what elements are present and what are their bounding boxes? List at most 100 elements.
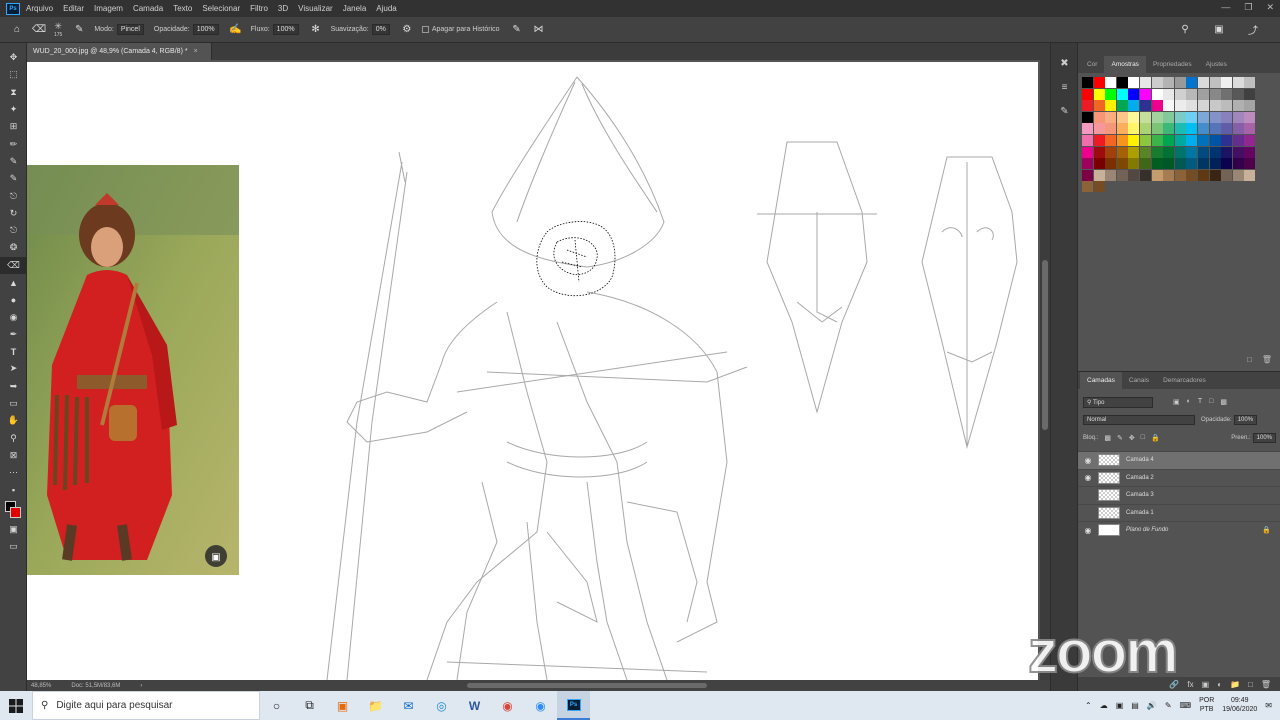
- workspace-icon[interactable]: ▣: [1212, 23, 1226, 37]
- color-swatch[interactable]: [1163, 169, 1175, 181]
- minimize-icon[interactable]: —: [1221, 2, 1230, 13]
- paint-bucket-tool-icon[interactable]: ▲: [0, 274, 27, 291]
- lock-artboard-icon[interactable]: □: [1141, 434, 1145, 442]
- fill-input[interactable]: 100%: [1252, 433, 1276, 443]
- file-explorer-icon[interactable]: 📁: [359, 691, 392, 720]
- lock-position-icon[interactable]: ✥: [1129, 434, 1135, 442]
- layer-filter-select[interactable]: ⚲ Tipo: [1083, 396, 1153, 408]
- color-swatch[interactable]: [1093, 134, 1105, 146]
- color-swatch[interactable]: [1116, 146, 1128, 158]
- layer-style-icon[interactable]: fx: [1187, 680, 1193, 689]
- document-canvas[interactable]: ▣: [27, 62, 1038, 680]
- color-swatch[interactable]: [1139, 77, 1151, 88]
- color-swatch[interactable]: [1232, 88, 1244, 100]
- color-swatch[interactable]: [1244, 111, 1256, 123]
- menu-filtro[interactable]: Filtro: [250, 4, 268, 13]
- windows-start-icon[interactable]: [0, 691, 32, 720]
- color-swatch[interactable]: [1232, 111, 1244, 123]
- color-swatch[interactable]: [1174, 111, 1186, 123]
- layer-row[interactable]: ◉ Camada 4: [1078, 451, 1280, 469]
- home-icon[interactable]: ⌂: [10, 23, 24, 37]
- color-swatch[interactable]: [1093, 111, 1105, 123]
- pressure-opacity-icon[interactable]: ✍: [229, 23, 243, 37]
- color-swatch[interactable]: [1093, 158, 1105, 170]
- color-swatch[interactable]: [1186, 111, 1198, 123]
- color-swatch[interactable]: [1197, 77, 1209, 88]
- clock[interactable]: 09:49 19/06/2020: [1222, 697, 1257, 713]
- layer-lock-icon[interactable]: 🔒: [1262, 526, 1271, 534]
- chrome-icon[interactable]: ◉: [491, 691, 524, 720]
- tab-cor[interactable]: Cor: [1080, 56, 1104, 73]
- color-swatch[interactable]: [1116, 77, 1128, 88]
- color-swatch[interactable]: [1105, 88, 1117, 100]
- color-swatch[interactable]: [1221, 123, 1233, 135]
- close-tab-icon[interactable]: ×: [194, 48, 198, 55]
- color-swatch[interactable]: [1244, 123, 1256, 135]
- color-swatch[interactable]: [1232, 123, 1244, 135]
- color-swatch[interactable]: [1163, 111, 1175, 123]
- vertical-scrollbar[interactable]: [1040, 60, 1050, 680]
- opacity-input[interactable]: 100%: [192, 24, 219, 35]
- color-swatch[interactable]: [1082, 158, 1093, 170]
- color-swatch[interactable]: [1174, 134, 1186, 146]
- color-swatch[interactable]: [1116, 111, 1128, 123]
- hand-tool-icon[interactable]: ✋: [0, 412, 27, 429]
- meet-now-icon[interactable]: ▣: [1116, 701, 1124, 710]
- color-swatch[interactable]: [1163, 123, 1175, 135]
- direct-select-tool-icon[interactable]: ➥: [0, 378, 27, 395]
- color-swatch[interactable]: [1082, 146, 1093, 158]
- menu-ajuda[interactable]: Ajuda: [376, 4, 396, 13]
- restore-icon[interactable]: ❐: [1244, 2, 1252, 13]
- brush-tool-icon[interactable]: ✎: [0, 170, 27, 187]
- new-group-icon[interactable]: 📁: [1230, 680, 1240, 689]
- color-swatch[interactable]: [1163, 88, 1175, 100]
- color-swatch[interactable]: [1139, 158, 1151, 170]
- horizontal-scroll-thumb[interactable]: [467, 683, 707, 688]
- filter-smart-icon[interactable]: ▩: [1220, 398, 1227, 406]
- quick-select-tool-icon[interactable]: ✦: [0, 101, 27, 118]
- color-swatch[interactable]: [1151, 77, 1163, 88]
- color-swatch[interactable]: [1244, 88, 1256, 100]
- tab-propriedades[interactable]: Propriedades: [1146, 56, 1199, 73]
- word-icon[interactable]: W: [458, 691, 491, 720]
- color-swatch[interactable]: [1186, 123, 1198, 135]
- artboard-icon[interactable]: ⊠: [0, 447, 27, 464]
- menu-arquivo[interactable]: Arquivo: [26, 4, 53, 13]
- color-swatch[interactable]: [1221, 100, 1233, 112]
- language-indicator[interactable]: POR PTB: [1199, 697, 1214, 713]
- menu-camada[interactable]: Camada: [133, 4, 163, 13]
- color-swatch[interactable]: [1128, 111, 1140, 123]
- color-swatch[interactable]: [1151, 146, 1163, 158]
- tab-canais[interactable]: Canais: [1122, 372, 1156, 389]
- delete-swatch-icon[interactable]: 🗑: [1262, 355, 1272, 364]
- color-swatch[interactable]: [1244, 77, 1256, 88]
- color-swatch[interactable]: [1174, 158, 1186, 170]
- smoothing-settings-gear-icon[interactable]: ⚙: [400, 23, 414, 37]
- lock-pixels-icon[interactable]: ✎: [1117, 434, 1123, 442]
- color-swatch[interactable]: [1128, 134, 1140, 146]
- keyboard-icon[interactable]: ⌨: [1180, 701, 1192, 710]
- color-swatch[interactable]: [1093, 100, 1105, 112]
- color-swatch[interactable]: [1082, 134, 1093, 146]
- color-swatch[interactable]: [1139, 123, 1151, 135]
- color-swatch[interactable]: [1244, 134, 1256, 146]
- color-swatch[interactable]: [1232, 158, 1244, 170]
- blur-tool-icon[interactable]: ●: [0, 291, 27, 308]
- color-swatch[interactable]: [1163, 100, 1175, 112]
- tab-amostras[interactable]: Amostras: [1104, 56, 1146, 73]
- menu-selecionar[interactable]: Selecionar: [202, 4, 240, 13]
- color-swatch[interactable]: [1128, 169, 1140, 181]
- color-swatch[interactable]: [1209, 123, 1221, 135]
- color-swatch[interactable]: [1163, 158, 1175, 170]
- new-swatch-icon[interactable]: □: [1247, 355, 1252, 364]
- crop-tool-icon[interactable]: ⊞: [0, 118, 27, 135]
- delete-layer-icon[interactable]: 🗑: [1261, 680, 1271, 689]
- tab-camadas[interactable]: Camadas: [1080, 372, 1122, 389]
- color-swatch[interactable]: [1116, 158, 1128, 170]
- lasso-tool-icon[interactable]: ⧗: [0, 84, 27, 101]
- color-swatch[interactable]: [1105, 146, 1117, 158]
- layer-visibility-eye-icon[interactable]: ◉: [1078, 526, 1098, 535]
- color-swatch[interactable]: [1105, 100, 1117, 112]
- color-swatch[interactable]: [1174, 169, 1186, 181]
- status-arrow-icon[interactable]: ›: [140, 683, 142, 689]
